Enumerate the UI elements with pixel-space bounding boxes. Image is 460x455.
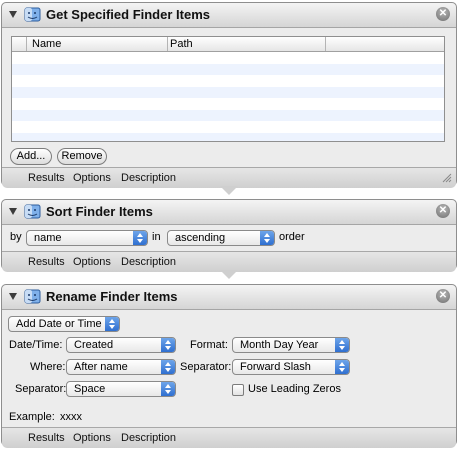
popup-arrows-icon xyxy=(161,338,175,352)
table-row[interactable] xyxy=(12,98,444,110)
popup-arrows-icon xyxy=(161,382,175,396)
action-footer: Results Options Description xyxy=(2,427,456,448)
description-tab[interactable]: Description xyxy=(121,432,176,444)
results-tab[interactable]: Results xyxy=(28,172,65,184)
date-time-popup[interactable]: Created xyxy=(66,337,176,353)
column-divider xyxy=(26,37,27,51)
action-title: Get Specified Finder Items xyxy=(46,7,210,22)
action-title: Sort Finder Items xyxy=(46,204,153,219)
where-label: Where: xyxy=(30,361,66,373)
column-divider xyxy=(167,37,168,51)
disclosure-triangle-icon[interactable] xyxy=(9,293,17,300)
column-divider xyxy=(325,37,326,51)
action-rename-finder-items: Rename Finder Items ✕ Add Date or Time D… xyxy=(1,284,457,448)
disclosure-triangle-icon[interactable] xyxy=(9,208,17,215)
column-header-name[interactable]: Name xyxy=(32,38,61,50)
table-row[interactable] xyxy=(12,86,444,98)
description-tab[interactable]: Description xyxy=(121,256,176,268)
popup-arrows-icon xyxy=(161,360,175,374)
action-header: Get Specified Finder Items ✕ xyxy=(2,3,456,28)
disclosure-triangle-icon[interactable] xyxy=(9,11,17,18)
leading-zeros-label[interactable]: Use Leading Zeros xyxy=(248,383,341,395)
format-popup[interactable]: Month Day Year xyxy=(232,337,350,353)
items-table[interactable]: Name Path xyxy=(11,36,445,142)
table-row[interactable] xyxy=(12,63,444,75)
separator-popup[interactable]: Space xyxy=(66,381,176,397)
add-button[interactable]: Add... xyxy=(10,148,52,165)
finder-icon xyxy=(24,7,41,22)
format-separator-popup[interactable]: Forward Slash xyxy=(232,359,350,375)
separator-label: Separator: xyxy=(180,361,232,373)
flow-connector xyxy=(220,186,238,195)
popup-arrows-icon xyxy=(335,338,349,352)
rename-mode-popup[interactable]: Add Date or Time xyxy=(8,316,120,332)
action-footer: Results Options Description xyxy=(2,251,456,272)
remove-button[interactable]: Remove xyxy=(57,148,107,165)
action-header: Sort Finder Items ✕ xyxy=(2,200,456,225)
table-row[interactable] xyxy=(12,75,444,87)
by-label: by xyxy=(10,231,22,243)
close-icon[interactable]: ✕ xyxy=(436,289,450,303)
action-footer: Results Options Description xyxy=(2,167,456,188)
close-icon[interactable]: ✕ xyxy=(436,7,450,21)
description-tab[interactable]: Description xyxy=(121,172,176,184)
table-row[interactable] xyxy=(12,52,444,64)
options-tab[interactable]: Options xyxy=(73,256,111,268)
leading-zeros-checkbox[interactable] xyxy=(232,384,244,396)
options-tab[interactable]: Options xyxy=(73,432,111,444)
example-value: xxxx xyxy=(60,411,82,423)
action-content: by name in ascending order xyxy=(2,225,456,251)
popup-arrows-icon xyxy=(335,360,349,374)
table-row[interactable] xyxy=(12,121,444,133)
resize-grip-icon[interactable] xyxy=(442,173,452,183)
action-get-specified-finder-items: Get Specified Finder Items ✕ Name Path A… xyxy=(1,2,457,188)
options-tab[interactable]: Options xyxy=(73,172,111,184)
popup-arrows-icon xyxy=(105,317,119,331)
popup-arrows-icon xyxy=(133,231,147,245)
action-content: Add Date or Time Date/Time: Created Wher… xyxy=(2,310,456,427)
format-label: Format: xyxy=(190,339,228,351)
action-sort-finder-items: Sort Finder Items ✕ by name in ascending… xyxy=(1,199,457,272)
popup-arrows-icon xyxy=(260,231,274,245)
table-header: Name Path xyxy=(12,37,444,52)
order-label: order xyxy=(279,231,305,243)
finder-icon xyxy=(24,204,41,219)
action-content: Name Path Add... Remove xyxy=(2,28,456,167)
results-tab[interactable]: Results xyxy=(28,256,65,268)
sort-order-popup[interactable]: ascending xyxy=(167,230,275,246)
finder-icon xyxy=(24,289,41,304)
action-title: Rename Finder Items xyxy=(46,289,178,304)
close-icon[interactable]: ✕ xyxy=(436,204,450,218)
flow-connector xyxy=(220,270,238,279)
results-tab[interactable]: Results xyxy=(28,432,65,444)
table-row[interactable] xyxy=(12,109,444,121)
action-header: Rename Finder Items ✕ xyxy=(2,285,456,310)
date-time-label: Date/Time: xyxy=(9,339,63,351)
table-row[interactable] xyxy=(12,132,444,141)
separator-label: Separator: xyxy=(15,383,67,395)
example-label: Example: xyxy=(9,411,55,423)
in-label: in xyxy=(152,231,161,243)
sort-by-popup[interactable]: name xyxy=(26,230,148,246)
column-header-path[interactable]: Path xyxy=(170,38,193,50)
where-popup[interactable]: After name xyxy=(66,359,176,375)
